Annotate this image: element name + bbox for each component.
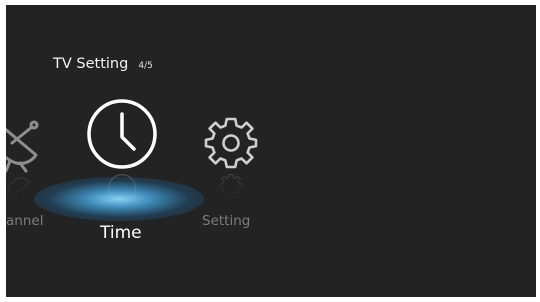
clock-icon xyxy=(85,97,159,171)
page-indicator: 4/5 xyxy=(138,61,153,71)
gear-icon xyxy=(203,115,259,171)
menu-item-time-label: Time xyxy=(100,223,142,243)
gear-reflection xyxy=(203,173,259,197)
menu-title: TV Setting 4/5 xyxy=(53,53,153,72)
menu-item-setting[interactable]: Setting xyxy=(196,113,276,233)
menu-item-setting-label: Setting xyxy=(202,213,251,229)
clock-reflection xyxy=(85,173,159,203)
menu-item-time[interactable]: Time xyxy=(34,95,204,245)
menu-title-text: TV Setting xyxy=(53,56,129,72)
tv-settings-screen: TV Setting 4/5 annel Time Setting xyxy=(6,5,536,297)
